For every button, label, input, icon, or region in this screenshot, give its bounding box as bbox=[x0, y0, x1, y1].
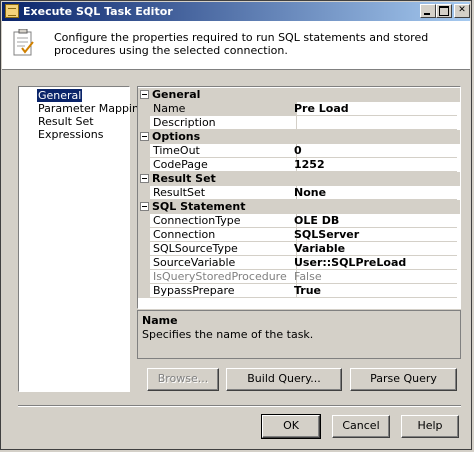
ok-button[interactable]: OK bbox=[261, 414, 321, 439]
header-description: Configure the properties required to run… bbox=[54, 31, 429, 57]
category-label: Result Set bbox=[152, 172, 216, 185]
description-text: Specifies the name of the task. bbox=[142, 328, 314, 341]
category-label: SQL Statement bbox=[152, 200, 246, 213]
page-nav-list: General Parameter Mapping Result Set Exp… bbox=[18, 86, 146, 392]
property-row-description[interactable]: Description bbox=[138, 116, 460, 130]
collapse-icon[interactable] bbox=[140, 202, 149, 211]
property-value[interactable]: User::SQLPreLoad bbox=[294, 256, 457, 270]
property-grid: General Name Pre Load Description Option… bbox=[137, 86, 461, 309]
property-value[interactable]: OLE DB bbox=[294, 214, 457, 228]
property-name: Description bbox=[150, 116, 297, 130]
property-value[interactable]: 0 bbox=[294, 144, 457, 158]
property-row-codepage[interactable]: CodePage 1252 bbox=[138, 158, 460, 172]
window-title: Execute SQL Task Editor bbox=[23, 5, 173, 18]
property-value: False bbox=[294, 270, 457, 284]
help-button[interactable]: Help bbox=[401, 415, 459, 438]
property-description-panel: Name Specifies the name of the task. bbox=[137, 310, 461, 359]
category-general[interactable]: General bbox=[138, 88, 460, 102]
property-row-isquerystoredprocedure: IsQueryStoredProcedure False bbox=[138, 270, 460, 284]
property-value[interactable]: True bbox=[294, 284, 457, 298]
category-result-set[interactable]: Result Set bbox=[138, 172, 460, 186]
collapse-icon[interactable] bbox=[140, 132, 149, 141]
category-options[interactable]: Options bbox=[138, 130, 460, 144]
parse-query-button[interactable]: Parse Query bbox=[350, 368, 457, 391]
task-editor-icon bbox=[13, 29, 34, 56]
property-row-resultset[interactable]: ResultSet None bbox=[138, 186, 460, 200]
property-value[interactable]: Pre Load bbox=[294, 102, 457, 116]
property-name: Connection bbox=[150, 228, 297, 242]
category-label: Options bbox=[152, 130, 201, 143]
nav-item-expressions[interactable]: Expressions bbox=[37, 128, 104, 141]
nav-item-general[interactable]: General bbox=[37, 89, 83, 102]
nav-item-parameter-mapping[interactable]: Parameter Mapping bbox=[37, 102, 147, 115]
property-row-timeout[interactable]: TimeOut 0 bbox=[138, 144, 460, 158]
property-value[interactable]: SQLServer bbox=[294, 228, 457, 242]
property-name: SQLSourceType bbox=[150, 242, 297, 256]
property-value[interactable]: Variable bbox=[294, 242, 457, 256]
property-row-connection[interactable]: Connection SQLServer bbox=[138, 228, 460, 242]
description-title: Name bbox=[142, 314, 178, 327]
property-name: CodePage bbox=[150, 158, 297, 172]
property-row-bypassprepare[interactable]: BypassPrepare True bbox=[138, 284, 460, 298]
minimize-button[interactable] bbox=[420, 4, 436, 18]
property-value[interactable]: 1252 bbox=[294, 158, 457, 172]
nav-item-result-set[interactable]: Result Set bbox=[37, 115, 95, 128]
property-name: ConnectionType bbox=[150, 214, 297, 228]
cancel-button[interactable]: Cancel bbox=[332, 415, 390, 438]
dialog-header: Configure the properties required to run… bbox=[2, 21, 470, 70]
category-label: General bbox=[152, 88, 201, 101]
property-value[interactable] bbox=[294, 116, 457, 130]
dialog-window: Execute SQL Task Editor ✕ Configure the … bbox=[0, 0, 472, 450]
maximize-button[interactable] bbox=[436, 4, 452, 18]
title-bar[interactable]: Execute SQL Task Editor ✕ bbox=[2, 2, 470, 21]
button-separator bbox=[18, 405, 461, 407]
dialog-app-icon bbox=[5, 4, 19, 18]
property-row-connectiontype[interactable]: ConnectionType OLE DB bbox=[138, 214, 460, 228]
property-value[interactable]: None bbox=[294, 186, 457, 200]
build-query-button[interactable]: Build Query... bbox=[226, 368, 342, 391]
collapse-icon[interactable] bbox=[140, 90, 149, 99]
property-row-sqlsourcetype[interactable]: SQLSourceType Variable bbox=[138, 242, 460, 256]
property-name: ResultSet bbox=[150, 186, 297, 200]
property-name: SourceVariable bbox=[150, 256, 297, 270]
category-sql-statement[interactable]: SQL Statement bbox=[138, 200, 460, 214]
property-row-name[interactable]: Name Pre Load bbox=[138, 102, 460, 116]
property-name: Name bbox=[150, 102, 297, 116]
property-row-sourcevariable[interactable]: SourceVariable User::SQLPreLoad bbox=[138, 256, 460, 270]
property-name: IsQueryStoredProcedure bbox=[150, 270, 297, 284]
property-name: BypassPrepare bbox=[150, 284, 297, 298]
property-name: TimeOut bbox=[150, 144, 297, 158]
collapse-icon[interactable] bbox=[140, 174, 149, 183]
close-button[interactable]: ✕ bbox=[454, 4, 470, 18]
browse-button: Browse... bbox=[147, 368, 219, 391]
